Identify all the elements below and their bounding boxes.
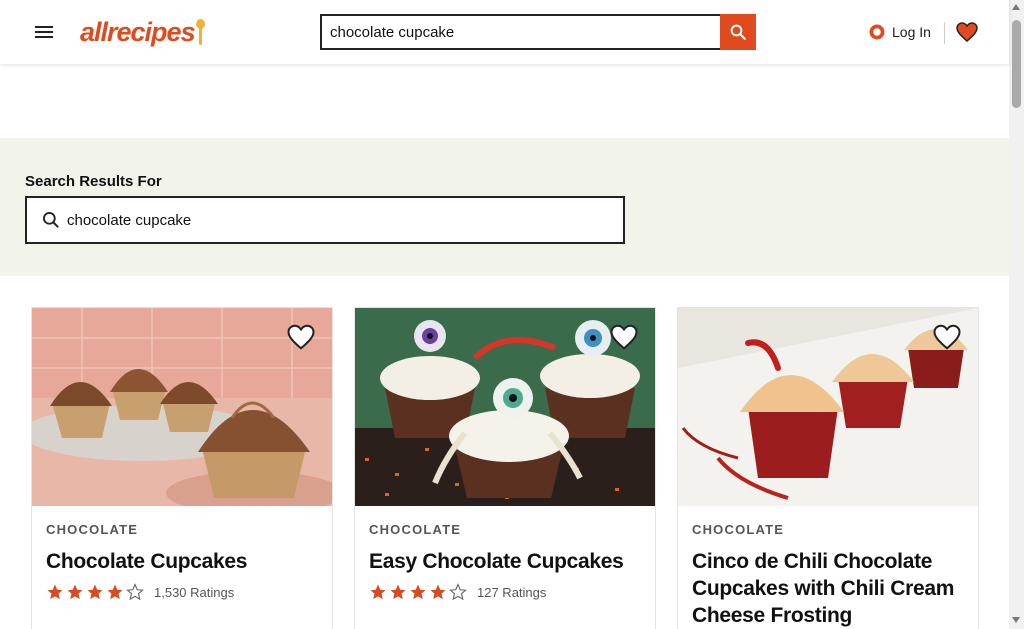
- star-filled-icon: [430, 584, 446, 600]
- recipe-card[interactable]: CHOCOLATE Easy Chocolate Cupcakes 127 Ra…: [355, 308, 655, 629]
- recipe-title[interactable]: Cinco de Chili Chocolate Cupcakes with C…: [692, 548, 967, 629]
- login-link[interactable]: Log In: [868, 19, 931, 45]
- recipe-category: CHOCOLATE: [369, 522, 462, 537]
- results-search-input[interactable]: [67, 211, 567, 229]
- page-scrollbar[interactable]: [1009, 0, 1024, 629]
- user-icon: [869, 24, 885, 40]
- rating-count: 1,530 Ratings: [154, 584, 235, 600]
- recipe-title[interactable]: Chocolate Cupcakes: [46, 548, 321, 575]
- scroll-up-arrow-icon[interactable]: [1012, 4, 1020, 10]
- save-heart-icon[interactable]: [286, 322, 316, 352]
- header-divider: [944, 22, 945, 44]
- rating-count: 127 Ratings: [477, 584, 547, 600]
- logo-text: allrecipes: [80, 16, 196, 47]
- results-label: Search Results For: [25, 173, 162, 190]
- search-icon: [43, 212, 59, 228]
- saved-heart-icon[interactable]: [955, 20, 979, 44]
- star-empty-icon: [449, 583, 467, 601]
- allrecipes-logo[interactable]: allrecipes: [80, 14, 205, 50]
- recipe-category: CHOCOLATE: [46, 522, 139, 537]
- star-filled-icon: [410, 584, 426, 600]
- search-icon: [730, 24, 746, 40]
- star-filled-icon: [47, 584, 63, 600]
- save-heart-icon[interactable]: [609, 322, 639, 352]
- search-results-section: Search Results For: [0, 138, 1009, 276]
- header-search: [320, 14, 756, 50]
- header-search-button[interactable]: [720, 14, 756, 50]
- recipe-image[interactable]: [355, 308, 655, 506]
- recipe-card[interactable]: CHOCOLATE Chocolate Cupcakes 1,530 Ratin…: [32, 308, 332, 629]
- recipe-rating: 127 Ratings: [369, 583, 546, 601]
- login-label: Log In: [892, 24, 931, 40]
- recipe-rating: 1,530 Ratings: [46, 583, 234, 601]
- recipe-card[interactable]: CHOCOLATE Cinco de Chili Chocolate Cupca…: [678, 308, 978, 629]
- recipe-category: CHOCOLATE: [692, 522, 785, 537]
- star-empty-icon: [126, 583, 144, 601]
- scroll-thumb[interactable]: [1012, 20, 1021, 108]
- star-filled-icon: [67, 584, 83, 600]
- star-filled-icon: [87, 584, 103, 600]
- scroll-down-arrow-icon[interactable]: [1012, 617, 1020, 623]
- star-filled-icon: [370, 584, 386, 600]
- recipe-image[interactable]: [678, 308, 978, 506]
- menu-icon[interactable]: [30, 18, 58, 46]
- site-header: allrecipes Log In: [0, 0, 1009, 64]
- star-filled-icon: [390, 584, 406, 600]
- spoon-icon: [195, 19, 205, 45]
- recipe-image[interactable]: [32, 308, 332, 506]
- star-filled-icon: [107, 584, 123, 600]
- results-search-box[interactable]: [25, 196, 625, 244]
- header-search-input[interactable]: [320, 14, 720, 50]
- recipe-title[interactable]: Easy Chocolate Cupcakes: [369, 548, 644, 575]
- save-heart-icon[interactable]: [932, 322, 962, 352]
